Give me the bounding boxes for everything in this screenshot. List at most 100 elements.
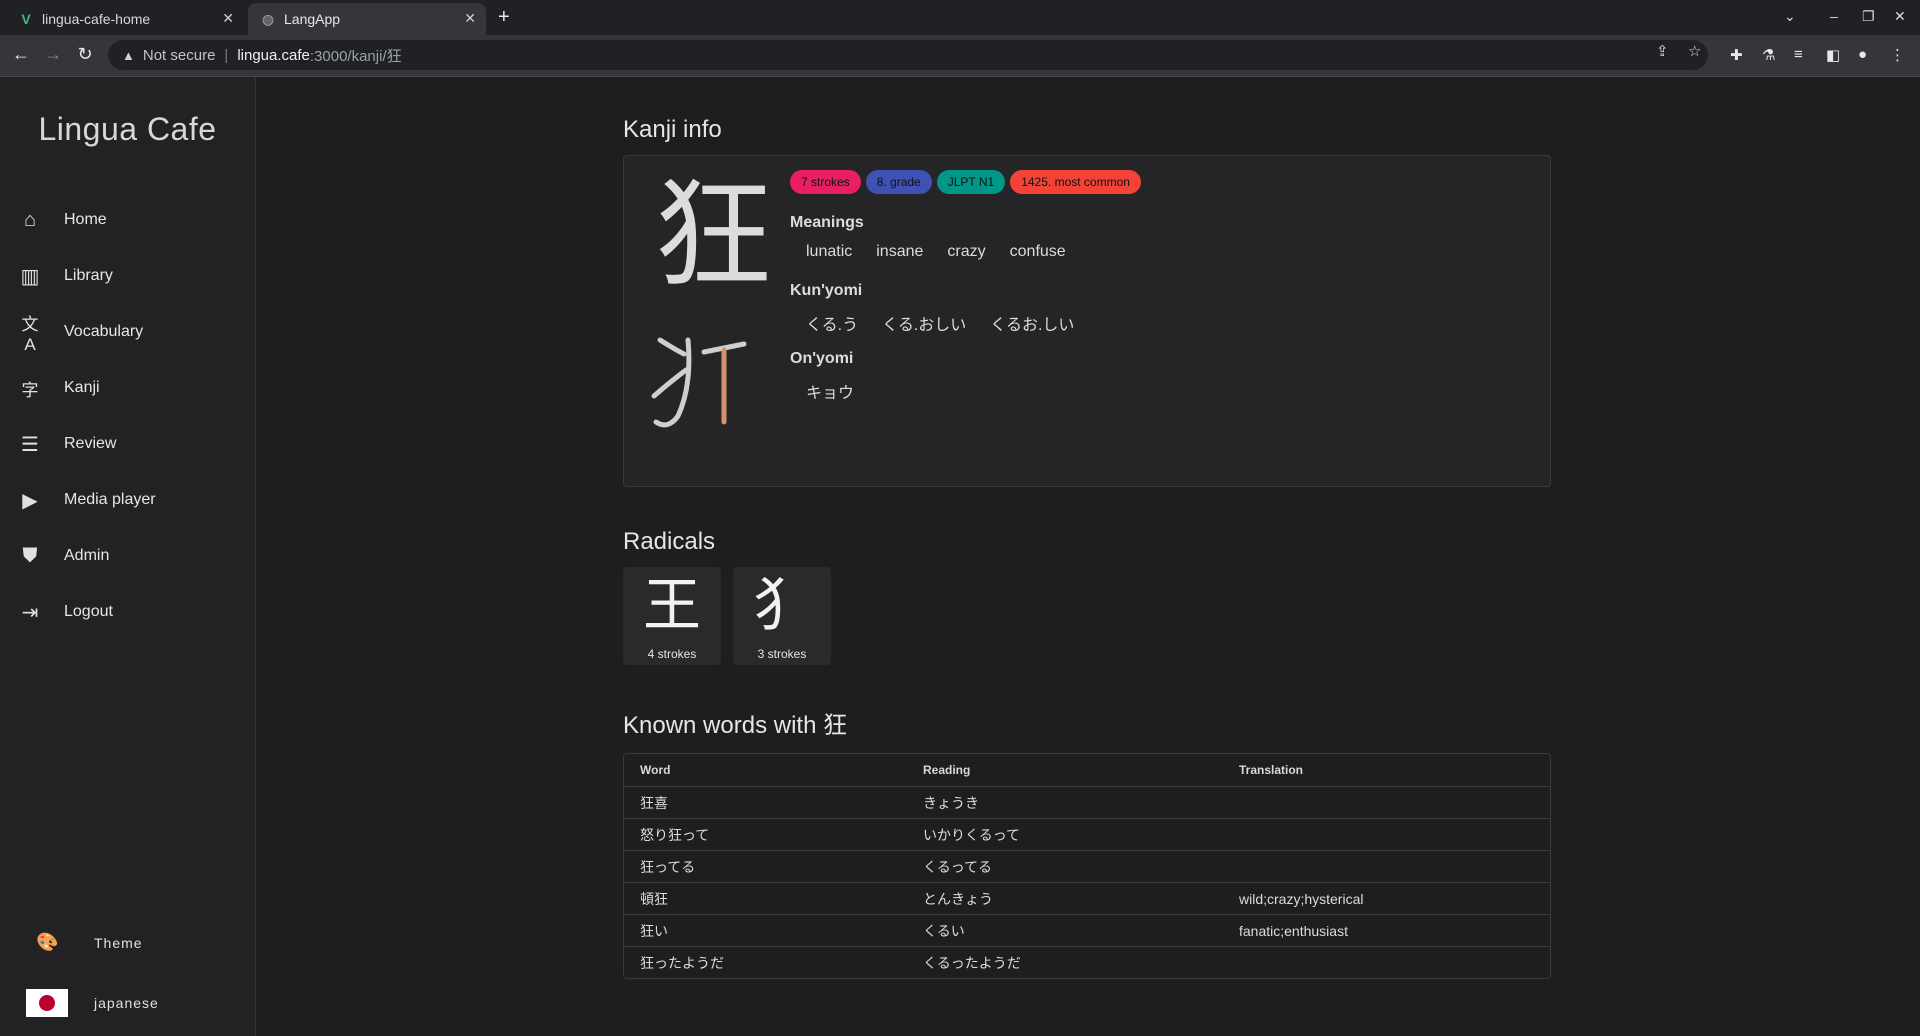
table-row[interactable]: 怒り狂って いかりくるって — [624, 818, 1550, 851]
translation-cell: fanatic;enthusiast — [1223, 914, 1550, 947]
kanji-chips: 7 strokes 8. grade JLPT N1 1425. most co… — [790, 170, 1141, 194]
kunyomi-reading: くる.う — [806, 317, 859, 334]
reading-cell: とんきょう — [907, 882, 1223, 915]
tab-search-icon[interactable]: ⌄ — [1784, 8, 1796, 25]
kanji-info-card: 狂 7 strokes 8. grade JLPT N1 1425. most … — [623, 155, 1551, 487]
back-icon[interactable]: ← — [10, 44, 32, 65]
reading-cell: くるい — [907, 914, 1223, 947]
address-bar[interactable]: ▲ Not secure | lingua.cafe :3000/kanji/狂 — [108, 40, 1708, 70]
radical-character: 王 — [642, 573, 701, 638]
sidebar-item-review[interactable]: ☰ Review — [0, 424, 255, 464]
sidebar-item-kanji[interactable]: 字 Kanji — [0, 368, 255, 408]
frequency-chip: 1425. most common — [1010, 170, 1141, 194]
sidebar-item-label: Review — [64, 435, 117, 452]
tab-title: LangApp — [284, 11, 341, 27]
table-row[interactable]: 狂喜 きょうき — [624, 786, 1550, 819]
kunyomi-reading: くるお.しい — [990, 317, 1075, 334]
minimize-icon[interactable]: – — [1830, 8, 1838, 24]
theme-label: Theme — [94, 934, 143, 951]
media-player-icon: ▶ — [22, 489, 38, 512]
home-icon: ⌂ — [23, 208, 37, 231]
radical-card[interactable]: 犭 3 strokes — [733, 567, 831, 665]
radical-card[interactable]: 王 4 strokes — [623, 567, 721, 665]
browser-toolbar: ← → ↻ ▲ Not secure | lingua.cafe :3000/k… — [0, 35, 1920, 77]
meaning: insane — [876, 243, 924, 260]
close-tab-icon[interactable]: ✕ — [464, 10, 476, 27]
known-words-heading: Known words with 狂 — [623, 712, 848, 739]
sidebar-item-media-player[interactable]: ▶ Media player — [0, 480, 255, 520]
browser-tab-lingua-cafe-home[interactable]: V lingua-cafe-home ✕ — [6, 3, 244, 35]
meaning: lunatic — [806, 243, 853, 260]
radical-strokes: 3 strokes — [757, 647, 807, 661]
column-header-word: Word — [624, 754, 907, 787]
translate-icon: 文A — [21, 314, 39, 354]
meaning: crazy — [947, 243, 986, 260]
stroke-order-animation — [651, 337, 747, 428]
translation-cell — [1223, 850, 1550, 883]
theme-button[interactable]: 🎨 Theme — [36, 932, 143, 953]
language-selector[interactable]: japanese — [26, 989, 159, 1017]
meaning: confuse — [1009, 243, 1066, 260]
url-host: lingua.cafe — [237, 46, 310, 64]
kunyomi-list: くる.う くる.おしい くるお.しい — [806, 311, 1074, 335]
table-row[interactable]: 狂い くるい fanatic;enthusiast — [624, 914, 1550, 947]
onyomi-label: On'yomi — [790, 350, 854, 367]
table-row[interactable]: 狂ってる くるってる — [624, 850, 1550, 883]
extensions-icon[interactable]: ✚ — [1730, 46, 1743, 64]
sidebar-item-library[interactable]: ▥ Library — [0, 256, 255, 296]
logout-icon: ⇥ — [21, 601, 39, 624]
media-control-icon[interactable]: ≡ — [1794, 46, 1803, 63]
forward-icon[interactable]: → — [42, 44, 64, 65]
sidebar-item-vocabulary[interactable]: 文A Vocabulary — [0, 312, 255, 354]
sidebar-item-label: Vocabulary — [64, 323, 144, 340]
radicals-list: 王 4 strokes 犭 3 strokes — [623, 567, 831, 665]
sidebar-item-label: Admin — [64, 547, 110, 564]
radicals-heading: Radicals — [623, 528, 716, 555]
sidebar-item-logout[interactable]: ⇥ Logout — [0, 592, 255, 632]
new-tab-icon[interactable]: + — [498, 6, 510, 29]
url-separator: | — [224, 46, 229, 64]
sidebar-item-label: Kanji — [64, 379, 100, 396]
table-row[interactable]: 狂ったようだ くるったようだ — [624, 947, 1550, 979]
review-icon: ☰ — [21, 433, 39, 456]
sidebar-item-admin[interactable]: ⛊ Admin — [0, 536, 255, 576]
table-header-row: Word Reading Translation — [624, 754, 1550, 787]
restore-icon[interactable]: ❐ — [1862, 8, 1875, 25]
kunyomi-label: Kun'yomi — [790, 282, 863, 299]
bookmark-star-icon[interactable]: ☆ — [1688, 42, 1701, 60]
labs-flask-icon[interactable]: ⚗ — [1762, 46, 1775, 64]
browser-menu-icon[interactable]: ⋮ — [1890, 46, 1905, 64]
sidebar-item-home[interactable]: ⌂ Home — [0, 200, 255, 240]
browser-tab-langapp[interactable]: ◍ LangApp ✕ — [248, 3, 486, 35]
main-content: Kanji info 狂 7 strokes 8. grade JLPT N1 … — [256, 77, 1920, 1036]
tab-title: lingua-cafe-home — [42, 11, 151, 27]
onyomi-reading: キョウ — [806, 385, 855, 402]
share-icon[interactable]: ⇪ — [1656, 42, 1669, 60]
sidebar-item-label: Media player — [64, 491, 156, 508]
security-status[interactable]: Not secure — [143, 47, 216, 64]
browser-tab-bar: V lingua-cafe-home ✕ ◍ LangApp ✕ + ⌄ – ❐… — [0, 0, 1920, 35]
brand-title: Lingua Cafe — [38, 111, 217, 147]
side-panel-icon[interactable]: ◧ — [1826, 46, 1840, 64]
reload-icon[interactable]: ↻ — [74, 44, 96, 65]
word-cell: 怒り狂って — [624, 818, 907, 851]
kunyomi-reading: くる.おしい — [882, 317, 967, 334]
close-window-icon[interactable]: ✕ — [1894, 8, 1906, 25]
translation-cell — [1223, 818, 1550, 851]
sidebar-item-label: Home — [64, 211, 107, 228]
table-row[interactable]: 頓狂 とんきょう wild;crazy;hysterical — [624, 882, 1550, 915]
url-path: :3000/kanji/狂 — [309, 47, 402, 65]
profile-icon[interactable]: ● — [1858, 46, 1867, 63]
kanji-info-heading: Kanji info — [623, 116, 722, 143]
column-header-translation: Translation — [1223, 754, 1550, 787]
radical-character: 犭 — [752, 573, 811, 638]
close-tab-icon[interactable]: ✕ — [222, 10, 234, 27]
warning-icon[interactable]: ▲ — [122, 48, 135, 63]
grade-chip: 8. grade — [865, 170, 932, 194]
word-cell: 狂喜 — [624, 786, 907, 819]
jlpt-chip: JLPT N1 — [936, 170, 1006, 194]
word-cell: 狂ってる — [624, 850, 907, 883]
library-icon: ▥ — [20, 265, 40, 288]
reading-cell: いかりくるって — [907, 818, 1223, 851]
translation-cell: wild;crazy;hysterical — [1223, 882, 1550, 915]
